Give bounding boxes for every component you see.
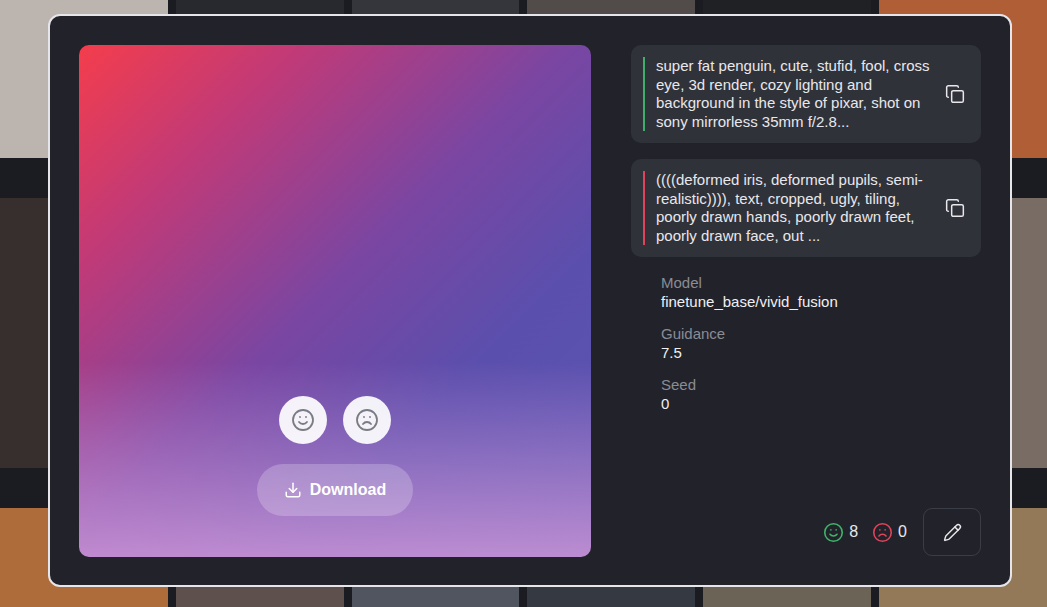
vote-count: 8 [849, 523, 858, 541]
prompt-text: ((((deformed iris, deformed pupils, semi… [656, 171, 930, 245]
detail-value: 0 [661, 394, 981, 413]
detail-label: Guidance [661, 324, 981, 343]
detail-label: Seed [661, 375, 981, 394]
vote-count: 0 [898, 523, 907, 541]
copy-button[interactable] [941, 194, 969, 222]
download-button[interactable]: Download [257, 464, 413, 516]
generated-image: Download [79, 45, 591, 557]
image-actions: Download [79, 396, 591, 516]
detail-item: Modelfinetune_base/vivid_fusion [661, 273, 981, 311]
detail-label: Model [661, 273, 981, 292]
smile-icon [291, 408, 315, 432]
vote-icon-wrap [823, 522, 844, 543]
prompt-text: super fat penguin, cute, stufid, fool, c… [656, 57, 930, 131]
details-panel: super fat penguin, cute, stufid, fool, c… [631, 45, 981, 556]
frown-icon [872, 522, 893, 543]
download-label: Download [310, 481, 386, 499]
detail-item: Guidance7.5 [661, 324, 981, 362]
copy-icon [945, 198, 965, 218]
pencil-icon [943, 523, 962, 542]
negative-prompt-card: ((((deformed iris, deformed pupils, semi… [631, 159, 981, 257]
download-icon [284, 481, 302, 499]
footer-row: 80 [631, 508, 981, 556]
dislike-button[interactable] [343, 396, 391, 444]
prompt-accent-bar [643, 171, 645, 245]
detail-value: 7.5 [661, 343, 981, 362]
prompt-card: super fat penguin, cute, stufid, fool, c… [631, 45, 981, 143]
image-detail-modal: Download super fat penguin, cute, stufid,… [48, 14, 1012, 587]
smile-icon [823, 522, 844, 543]
detail-value: finetune_base/vivid_fusion [661, 292, 981, 311]
frown-icon [355, 408, 379, 432]
copy-icon [945, 84, 965, 104]
prompt-accent-bar [643, 57, 645, 131]
reaction-buttons [279, 396, 391, 444]
detail-item: Seed0 [661, 375, 981, 413]
copy-button[interactable] [941, 80, 969, 108]
like-button[interactable] [279, 396, 327, 444]
vote-icon-wrap [872, 522, 893, 543]
edit-button[interactable] [923, 508, 981, 556]
generation-details: Modelfinetune_base/vivid_fusion Guidance7… [631, 257, 981, 413]
like-count: 8 [823, 522, 858, 543]
dislike-count: 0 [872, 522, 907, 543]
